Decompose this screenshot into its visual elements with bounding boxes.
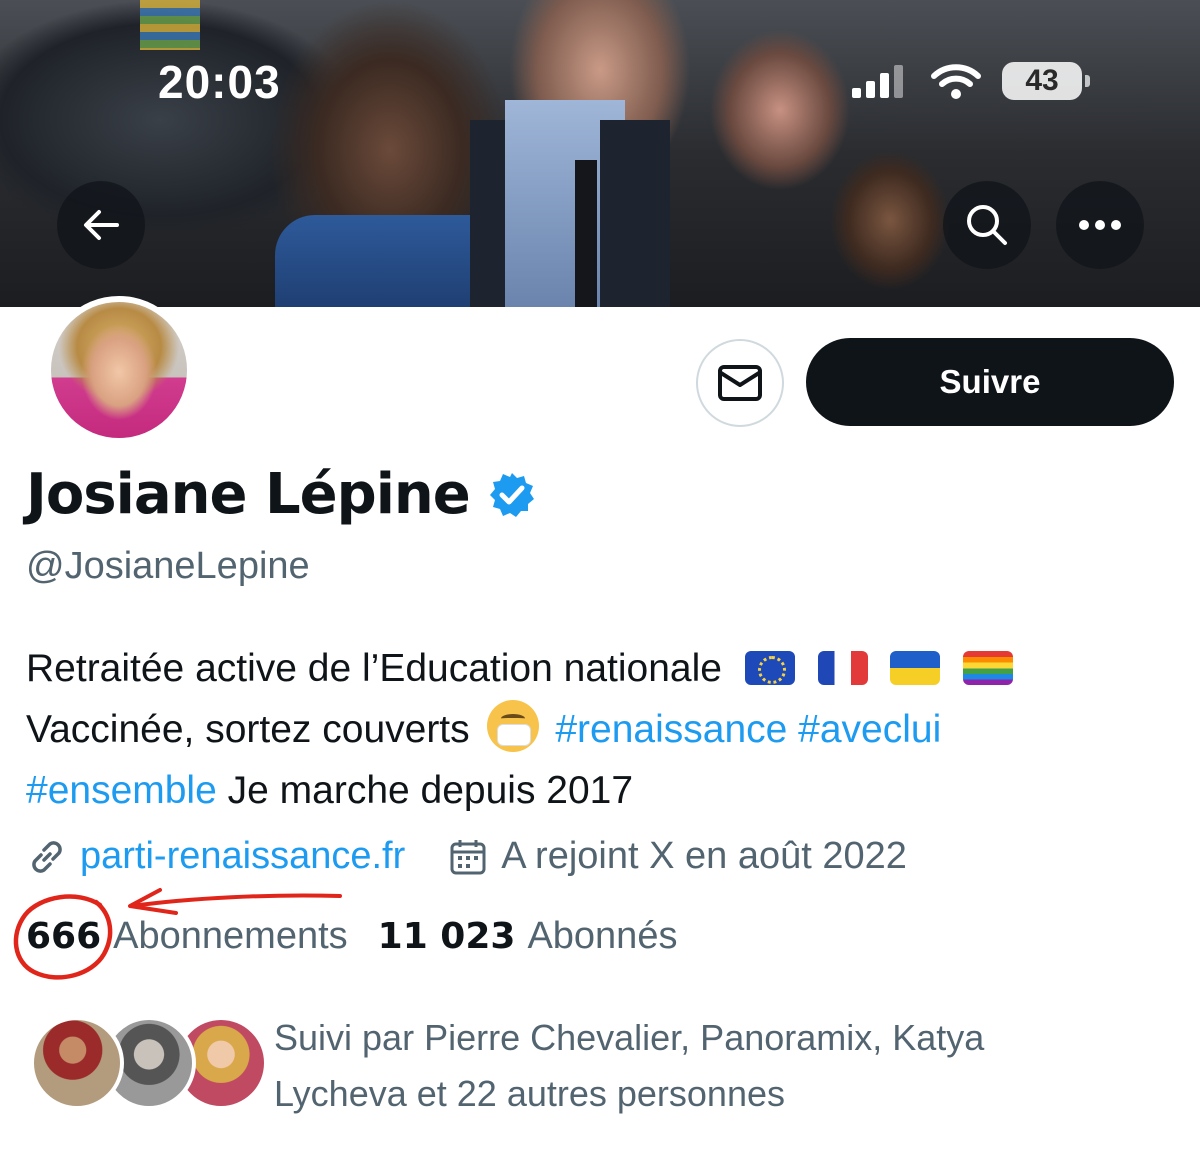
profile-banner xyxy=(0,0,1200,307)
back-button[interactable] xyxy=(57,181,145,269)
avatar-image xyxy=(51,302,187,438)
flag-rainbow-icon xyxy=(963,651,1014,685)
annotation-arrow-shaft xyxy=(130,893,342,908)
link-icon xyxy=(32,840,62,873)
profile-name-row: Josiane Lépine xyxy=(26,462,536,527)
banner-decoration xyxy=(600,120,670,307)
bio-line-3: #ensemble Je marche depuis 2017 xyxy=(26,760,1146,821)
followers-label: Abonnés xyxy=(527,915,678,957)
bio-text: Vaccinée, sortez couverts xyxy=(26,708,470,751)
battery-indicator: 43 xyxy=(1002,62,1090,100)
profile-avatar[interactable] xyxy=(45,296,193,444)
more-horizontal-icon xyxy=(1079,220,1121,230)
hashtag-aveclui[interactable]: #aveclui xyxy=(798,708,941,751)
following-count: 666 xyxy=(26,916,102,957)
join-date: A rejoint X en août 2022 xyxy=(501,835,907,877)
cellular-signal-icon xyxy=(852,65,903,98)
follow-button[interactable]: Suivre xyxy=(806,338,1174,426)
bio-line-2: Vaccinée, sortez couverts #renaissance #… xyxy=(26,699,1146,760)
face-with-mask-icon xyxy=(486,700,539,752)
more-button[interactable] xyxy=(1056,181,1144,269)
profile-handle: @JosianeLepine xyxy=(26,545,310,587)
flag-eu-icon xyxy=(744,651,795,685)
status-icons: 43 xyxy=(850,62,1090,100)
mail-icon xyxy=(718,365,762,401)
wifi-icon xyxy=(931,64,981,99)
followers-link[interactable]: 11 023 Abonnés xyxy=(378,915,678,958)
flag-france-icon xyxy=(817,651,868,685)
flag-ukraine-icon xyxy=(890,651,941,685)
followed-by-text: Suivi par Pierre Chevalier, Panoramix, K… xyxy=(274,1017,985,1114)
hashtag-ensemble[interactable]: #ensemble xyxy=(26,769,217,812)
profile-bio: Retraitée active de l’Education national… xyxy=(26,638,1146,821)
bio-line-1: Retraitée active de l’Education national… xyxy=(26,638,1146,699)
banner-decoration xyxy=(140,0,200,50)
calendar-icon xyxy=(450,839,486,874)
follower-avatar xyxy=(30,1016,124,1110)
bio-text: Retraitée active de l’Education national… xyxy=(26,647,722,690)
search-button[interactable] xyxy=(943,181,1031,269)
following-label: Abonnements xyxy=(113,915,348,957)
followed-by-section[interactable]: Suivi par Pierre Chevalier, Panoramix, K… xyxy=(30,1010,1180,1120)
status-time: 20:03 xyxy=(158,56,281,108)
search-icon xyxy=(967,205,1007,245)
profile-meta: parti-renaissance.fr A rejoint X en août… xyxy=(26,835,907,878)
profile-stats: 666 Abonnements 11 023 Abonnés xyxy=(26,915,677,958)
banner-decoration xyxy=(575,160,597,307)
profile-website-link[interactable]: parti-renaissance.fr xyxy=(80,835,405,878)
followers-count: 11 023 xyxy=(377,916,516,957)
message-button[interactable] xyxy=(696,339,784,427)
verified-badge-icon xyxy=(489,472,534,517)
hashtag-renaissance[interactable]: #renaissance xyxy=(555,708,787,751)
profile-name: Josiane Lépine xyxy=(26,462,471,527)
arrow-left-icon xyxy=(84,210,119,240)
battery-level: 43 xyxy=(1025,64,1059,97)
bio-text: Je marche depuis 2017 xyxy=(227,769,634,812)
following-link[interactable]: 666 Abonnements xyxy=(26,915,348,958)
annotation-arrow-head xyxy=(128,888,178,915)
